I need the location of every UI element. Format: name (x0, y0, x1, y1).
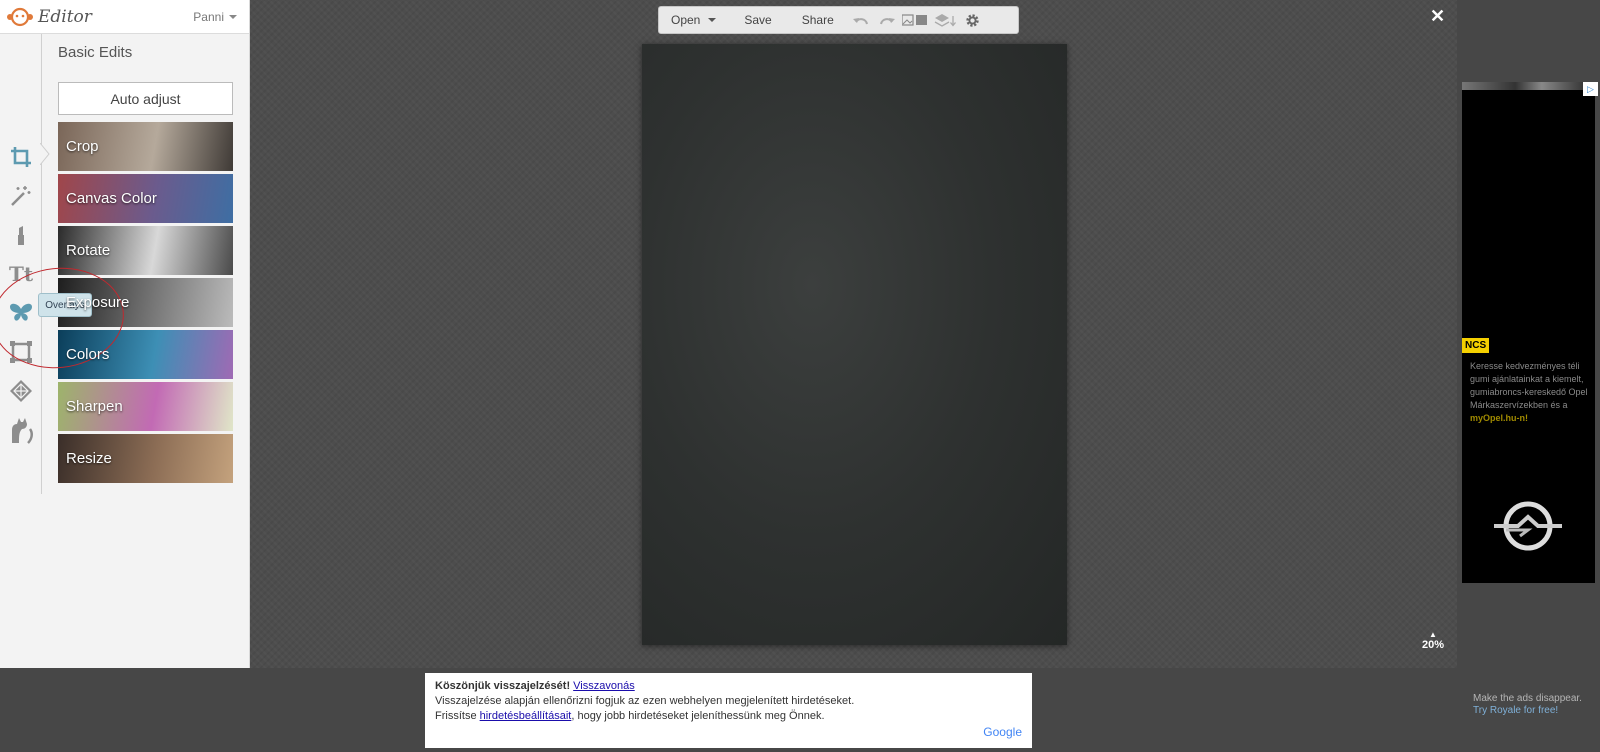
tool-rail: Tt (0, 34, 42, 494)
layers-icon[interactable] (930, 7, 960, 33)
zoom-level: 20% (1421, 639, 1445, 651)
app-logo[interactable]: Editor (6, 7, 92, 27)
chevron-down-icon (708, 18, 717, 22)
redo-icon[interactable] (874, 7, 900, 33)
opel-logo-icon (1494, 501, 1562, 551)
edit-sharpen[interactable]: Sharpen (58, 382, 233, 431)
texture-icon[interactable] (6, 376, 36, 406)
undo-link[interactable]: Visszavonás (573, 680, 635, 692)
edit-label: Colors (66, 346, 110, 363)
edit-label: Resize (66, 450, 112, 467)
feedback-refresh-suffix: , hogy jobb hirdetéseket jeleníthessünk … (571, 710, 825, 722)
active-indicator-icon (40, 143, 50, 165)
auto-adjust-button[interactable]: Auto adjust (58, 82, 233, 115)
magic-wand-icon[interactable] (6, 181, 36, 211)
ad-body: Keresse kedvezményes téli gumi ajánlatai… (1470, 361, 1588, 410)
save-button[interactable]: Save (728, 7, 787, 33)
edit-resize[interactable]: Resize (58, 434, 233, 483)
photo-canvas[interactable] (642, 44, 1067, 645)
edit-canvas-color[interactable]: Canvas Color (58, 174, 233, 223)
user-menu[interactable]: Panni (193, 10, 237, 24)
edit-rotate[interactable]: Rotate (58, 226, 233, 275)
lipstick-icon[interactable] (6, 220, 36, 250)
user-name: Panni (193, 9, 224, 24)
edit-label: Canvas Color (66, 190, 157, 207)
undo-icon[interactable] (848, 7, 874, 33)
edit-label: Exposure (66, 294, 130, 311)
royale-link[interactable]: Try Royale for free! (1473, 705, 1558, 716)
google-logo: Google (983, 725, 1022, 740)
edit-crop[interactable]: Crop (58, 122, 233, 171)
feedback-refresh-prefix: Frissítse (435, 710, 480, 722)
top-bar: Editor Panni (0, 0, 249, 34)
zoom-control[interactable]: ▲ 20% (1418, 630, 1448, 651)
left-panel: Editor Panni Tt Basic Edits Auto adjust … (0, 0, 250, 668)
ad-choices-icon[interactable]: ▷ (1583, 82, 1598, 96)
gear-icon[interactable] (960, 7, 986, 33)
right-ad-column: NCS Keresse kedvezményes téli gumi ajánl… (1457, 0, 1600, 752)
ad-settings-link[interactable]: hirdetésbeállításait (480, 710, 572, 722)
edit-label: Rotate (66, 242, 111, 259)
ad-brand: myOpel.hu-n! (1470, 413, 1528, 423)
chevron-up-icon: ▲ (1429, 630, 1437, 639)
bottom-ad-area: Köszönjük visszajelzését! Visszavonás Vi… (0, 668, 1457, 752)
edit-label: Sharpen (66, 398, 123, 415)
compare-icon[interactable] (900, 7, 930, 33)
share-button[interactable]: Share (788, 7, 848, 33)
feedback-title: Köszönjük visszajelzését! (435, 680, 571, 692)
chevron-down-icon (229, 14, 237, 19)
editor-toolbar: Open Save Share (658, 6, 1019, 34)
opel-ad[interactable]: NCS Keresse kedvezményes téli gumi ajánl… (1462, 82, 1595, 583)
basic-edits-list: Crop Canvas Color Rotate Exposure Colors… (58, 122, 233, 486)
ad-badge: NCS (1462, 338, 1490, 353)
close-icon[interactable]: ✕ (1430, 6, 1445, 27)
crop-tool-icon[interactable] (6, 142, 36, 172)
feedback-message: Visszajelzése alapján ellenőrizni fogjuk… (435, 695, 855, 707)
workspace: Open Save Share ✕ ▲ 20% (250, 0, 1457, 668)
open-button[interactable]: Open (659, 7, 728, 33)
panel-title: Basic Edits (58, 44, 133, 61)
cat-theme-icon[interactable] (6, 415, 36, 445)
monkey-logo-icon (7, 7, 33, 26)
google-wordmark: Google (983, 725, 1022, 739)
app-name: Editor (38, 6, 92, 27)
ad-text: Keresse kedvezményes téli gumi ajánlatai… (1470, 360, 1590, 425)
ad-header-image (1462, 82, 1595, 90)
ad-feedback-box: Köszönjük visszajelzését! Visszavonás Vi… (425, 673, 1032, 748)
edit-label: Crop (66, 138, 99, 155)
royale-promo: Make the ads disappear. Try Royale for f… (1473, 693, 1583, 717)
open-label: Open (671, 13, 701, 27)
royale-text: Make the ads disappear. (1473, 693, 1582, 704)
